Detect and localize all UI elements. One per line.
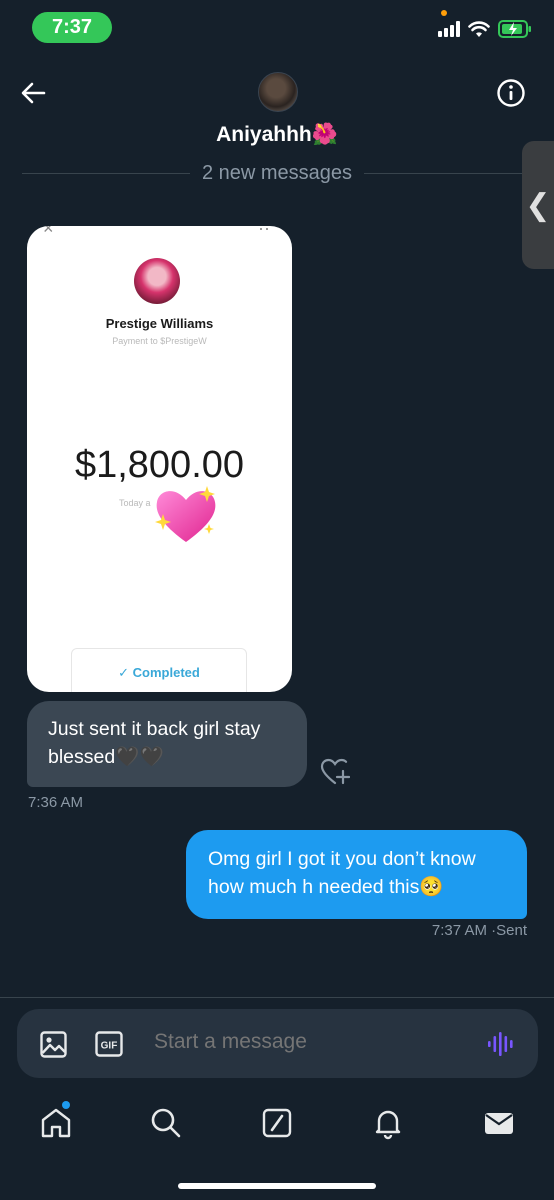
dm-conversation-screen: 7:37 Aniyahhh🌺 2 new messages ❮ × ·· Pre… xyxy=(0,0,554,1200)
close-icon: × xyxy=(43,226,54,238)
voice-message-icon[interactable] xyxy=(486,1030,514,1058)
new-messages-divider: 2 new messages xyxy=(22,158,533,188)
payment-date: Today a xyxy=(119,498,151,508)
svg-text:GIF: GIF xyxy=(101,1041,118,1052)
status-time: 7:37 xyxy=(32,12,112,43)
notifications-icon[interactable] xyxy=(371,1106,405,1140)
contact-avatar[interactable] xyxy=(258,72,298,112)
image-icon[interactable] xyxy=(40,1031,67,1058)
bottom-navigation xyxy=(0,1098,554,1148)
messages-icon[interactable] xyxy=(482,1106,516,1140)
home-notification-dot xyxy=(62,1101,70,1109)
home-indicator[interactable] xyxy=(178,1183,376,1189)
sent-timestamp: 7:37 AM ·Sent xyxy=(432,922,527,939)
payment-status: ✓ Completed xyxy=(71,648,247,692)
sent-status: ·Sent xyxy=(491,922,527,939)
sent-message[interactable]: Omg girl I got it you don’t know how muc… xyxy=(186,830,527,919)
payee-avatar xyxy=(134,258,180,304)
search-icon[interactable] xyxy=(149,1106,183,1140)
home-icon[interactable] xyxy=(39,1106,73,1140)
chevron-left-icon: ❮ xyxy=(525,188,551,222)
sent-time-text: 7:37 AM xyxy=(431,922,487,939)
wifi-icon xyxy=(468,20,490,37)
new-messages-label: 2 new messages xyxy=(201,161,353,184)
back-arrow-icon[interactable] xyxy=(18,78,48,108)
sent-message-text: Omg girl I got it you don’t know how muc… xyxy=(208,848,476,898)
contact-name-text: Aniyahhh xyxy=(216,123,312,146)
contact-name[interactable]: Aniyahhh🌺 xyxy=(0,122,554,147)
grok-icon[interactable] xyxy=(260,1106,294,1140)
sparkling-heart-icon xyxy=(155,486,216,542)
hibiscus-emoji: 🌺 xyxy=(311,122,338,146)
info-icon[interactable] xyxy=(496,78,526,108)
heart-plus-icon[interactable] xyxy=(320,758,350,786)
payee-subtitle: Payment to $PrestigeW xyxy=(112,336,207,346)
privacy-indicator-dot xyxy=(441,10,447,16)
image-message[interactable]: × ·· Prestige Williams Payment to $Prest… xyxy=(27,226,292,692)
message-composer: GIF xyxy=(17,1009,538,1078)
received-message[interactable]: Just sent it back girl stay blessed🖤🖤 xyxy=(27,701,307,787)
gif-icon[interactable]: GIF xyxy=(95,1031,123,1057)
composer-divider xyxy=(0,997,554,998)
received-timestamp: 7:36 AM xyxy=(28,794,84,811)
payment-amount: $1,800.00 xyxy=(74,444,245,486)
battery-charging-icon xyxy=(498,20,531,38)
message-input[interactable] xyxy=(154,1030,454,1054)
side-pull-tab[interactable]: ❮ xyxy=(522,141,554,269)
received-message-text: Just sent it back girl stay blessed🖤🖤 xyxy=(48,718,261,768)
check-icon: ✓ xyxy=(118,665,130,680)
payment-status-label: Completed xyxy=(132,665,200,680)
divider-line-right xyxy=(364,172,533,174)
payee-name: Prestige Williams xyxy=(105,316,214,331)
cell-signal-icon xyxy=(438,21,460,37)
divider-line-left xyxy=(22,172,190,174)
status-icons xyxy=(438,18,532,40)
more-dots-icon: ·· xyxy=(258,226,270,238)
